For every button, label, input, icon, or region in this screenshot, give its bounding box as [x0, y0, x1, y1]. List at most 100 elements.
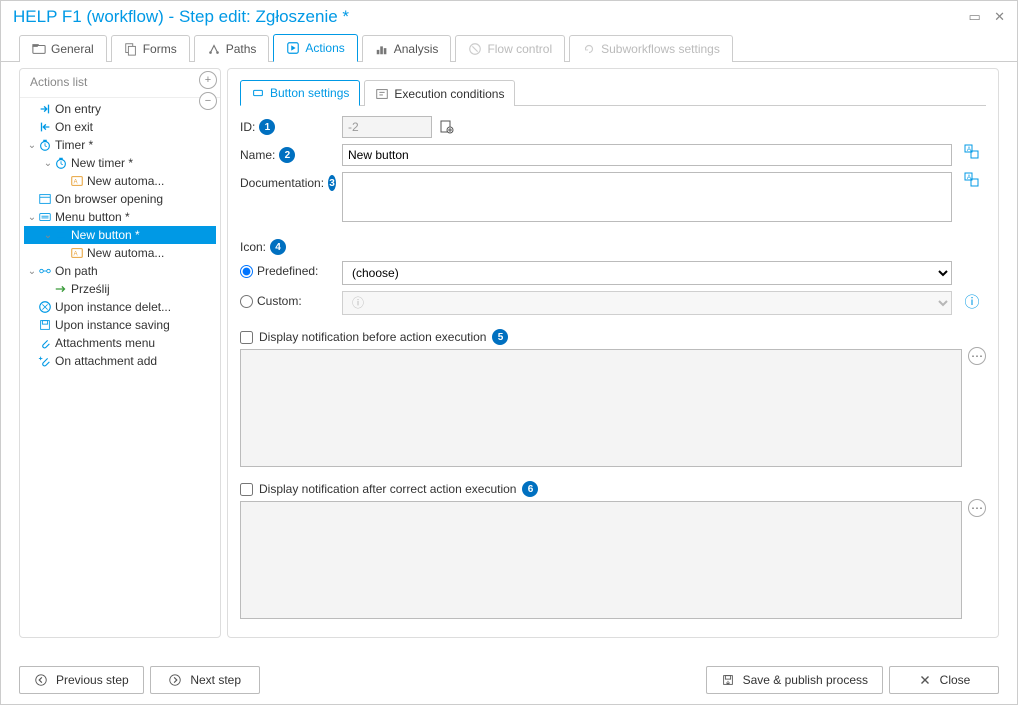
tab-forms[interactable]: Forms [111, 35, 190, 62]
tree-item[interactable]: On exit [24, 118, 216, 136]
save-icon [38, 318, 52, 332]
tree-item[interactable]: ⌄Menu button * [24, 208, 216, 226]
id-manage-icon[interactable] [438, 118, 456, 136]
predefined-radio[interactable] [240, 265, 253, 278]
tab-label: Forms [143, 42, 177, 56]
add-action-button[interactable]: + [199, 71, 217, 89]
subtab-button-settings[interactable]: Button settings [240, 80, 360, 106]
remove-action-button[interactable]: − [199, 92, 217, 110]
tree-item[interactable]: ⌄New button * [24, 226, 216, 244]
tree-item[interactable]: Prześlij [24, 280, 216, 298]
tree-item-label: Upon instance saving [55, 318, 170, 332]
badge-4: 4 [270, 239, 286, 255]
subtab-label: Execution conditions [394, 87, 504, 101]
notif-before-more-button[interactable]: ⋯ [968, 347, 986, 365]
subtab-execution-conditions[interactable]: Execution conditions [364, 80, 515, 106]
custom-select: ⓘ [342, 291, 952, 315]
delete-icon [38, 300, 52, 314]
tree-item[interactable]: ⌄Timer * [24, 136, 216, 154]
documentation-label: Documentation: [240, 176, 324, 190]
tree-item[interactable]: ANew automa... [24, 172, 216, 190]
actions-list-panel: Actions list + − On entryOn exit⌄Timer *… [19, 68, 221, 638]
tab-paths[interactable]: Paths [194, 35, 270, 62]
notif-before-row[interactable]: Display notification before action execu… [240, 329, 986, 345]
icon-label-row: Icon: 4 [240, 236, 336, 255]
btn-label: Previous step [56, 673, 129, 687]
tree-item-label: On entry [55, 102, 101, 116]
tree-item-label: On exit [55, 120, 93, 134]
notif-after-checkbox[interactable] [240, 483, 253, 496]
minimize-icon[interactable]: ▭ [968, 9, 980, 24]
actions-icon [286, 41, 300, 55]
tree-item[interactable]: Upon instance delet... [24, 298, 216, 316]
tree-item-label: Timer * [55, 138, 93, 152]
attachadd-icon [38, 354, 52, 368]
main-tabstrip: General Forms Paths Actions Analysis Flo… [1, 33, 1017, 62]
tree-item[interactable]: Upon instance saving [24, 316, 216, 334]
close-button[interactable]: Close [889, 666, 999, 694]
tab-analysis[interactable]: Analysis [362, 35, 452, 62]
notif-after-textarea [240, 501, 962, 619]
tree-item[interactable]: ⌄New timer * [24, 154, 216, 172]
subtab-label: Button settings [270, 86, 349, 100]
tree-item[interactable]: On attachment add [24, 352, 216, 370]
tab-label: Flow control [487, 42, 552, 56]
tab-label: Actions [305, 41, 344, 55]
custom-label: Custom: [257, 294, 302, 308]
predefined-select[interactable]: (choose) [342, 261, 952, 285]
actions-tree[interactable]: On entryOn exit⌄Timer *⌄New timer *ANew … [20, 97, 220, 637]
documentation-field[interactable] [342, 172, 952, 222]
tree-item[interactable]: Attachments menu [24, 334, 216, 352]
folder-icon [32, 42, 46, 56]
badge-1: 1 [259, 119, 275, 135]
id-label-row: ID: 1 [240, 116, 336, 135]
button-icon [54, 228, 68, 242]
custom-radio[interactable] [240, 295, 253, 308]
translate-doc-icon[interactable]: A [958, 172, 986, 188]
timer-icon [38, 138, 52, 152]
documentation-label-row: Documentation: 3 [240, 172, 336, 191]
prev-icon [34, 673, 48, 687]
notif-before-checkbox[interactable] [240, 331, 253, 344]
timer-icon [54, 156, 68, 170]
close-btn-icon [918, 673, 932, 687]
titlebar: HELP F1 (workflow) - Step edit: Zgłoszen… [1, 1, 1017, 33]
paths-icon [207, 42, 221, 56]
save-icon [721, 673, 735, 687]
btn-label: Next step [190, 673, 241, 687]
translate-name-icon[interactable]: A [958, 144, 986, 160]
name-label: Name: [240, 148, 275, 162]
close-icon[interactable]: ✕ [994, 9, 1005, 24]
save-publish-button[interactable]: Save & publish process [706, 666, 883, 694]
custom-radio-row[interactable]: Custom: [240, 291, 336, 308]
menu-icon [38, 210, 52, 224]
notif-after-row[interactable]: Display notification after correct actio… [240, 481, 986, 497]
predefined-radio-row[interactable]: Predefined: [240, 261, 336, 278]
chart-icon [375, 42, 389, 56]
previous-step-button[interactable]: Previous step [19, 666, 144, 694]
tree-item-label: New button * [71, 228, 140, 242]
tab-actions[interactable]: Actions [273, 34, 357, 62]
tree-item[interactable]: On browser opening [24, 190, 216, 208]
notif-after-more-button[interactable]: ⋯ [968, 499, 986, 517]
auto-icon: A [70, 174, 84, 188]
next-step-button[interactable]: Next step [150, 666, 260, 694]
next-icon [168, 673, 182, 687]
enter-icon [38, 102, 52, 116]
tab-subworkflows: Subworkflows settings [569, 35, 733, 62]
tree-item-label: On path [55, 264, 98, 278]
tree-item-label: Upon instance delet... [55, 300, 171, 314]
tab-general[interactable]: General [19, 35, 107, 62]
name-field[interactable] [342, 144, 952, 166]
footer: Previous step Next step Save & publish p… [19, 666, 999, 694]
notif-after-label: Display notification after correct actio… [259, 482, 516, 496]
tree-item[interactable]: ANew automa... [24, 244, 216, 262]
tab-label: Analysis [394, 42, 439, 56]
info-icon[interactable]: ⓘ [958, 291, 986, 312]
tree-item-label: Prześlij [71, 282, 110, 296]
tree-item[interactable]: On entry [24, 100, 216, 118]
tree-item[interactable]: ⌄On path [24, 262, 216, 280]
stop-icon [468, 42, 482, 56]
svg-text:A: A [967, 175, 971, 181]
tree-item-label: On attachment add [55, 354, 157, 368]
